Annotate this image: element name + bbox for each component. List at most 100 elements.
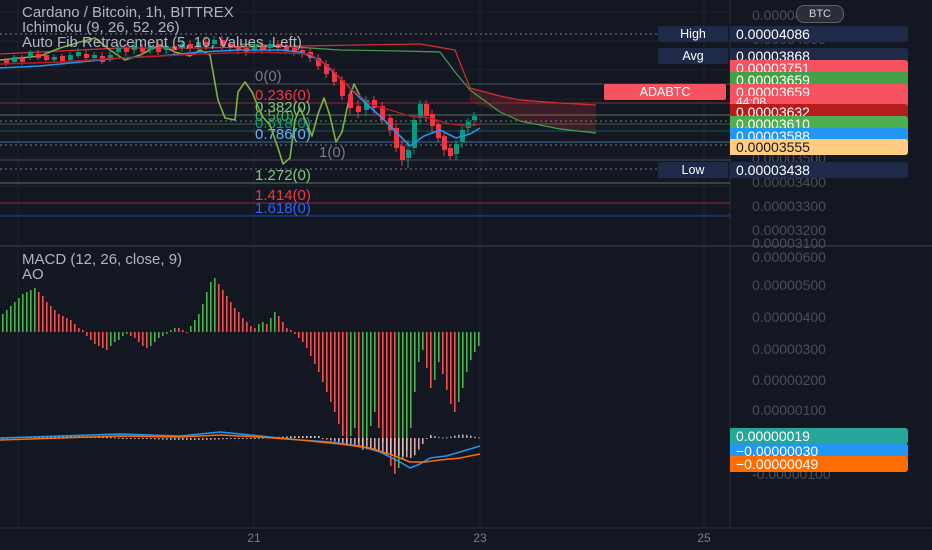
ao-bar (458, 332, 460, 402)
candle-body (12, 57, 17, 62)
macd-histogram-bar (174, 438, 176, 440)
time-tick-label: 23 (473, 531, 487, 545)
ao-bar (138, 332, 140, 342)
macd-histogram-bar (430, 435, 432, 438)
macd-histogram-bar (202, 438, 204, 440)
ao-bar (358, 332, 360, 442)
ao-bar (422, 332, 424, 350)
macd-histogram-bar (382, 438, 384, 453)
ao-bar (410, 332, 412, 428)
macd-histogram-bar (214, 438, 216, 440)
ao-bar (378, 332, 380, 428)
candle-body (372, 100, 377, 108)
macd-histogram-bar (230, 438, 232, 440)
macd-histogram-bar (114, 437, 116, 439)
ao-bar (418, 332, 420, 362)
ao-bar (170, 330, 172, 332)
ao-legend[interactable]: AO (22, 266, 44, 284)
ao-bar (158, 332, 160, 338)
osc-tick-label: 0.00000500 (752, 277, 826, 293)
macd-histogram-bar (414, 438, 416, 456)
candle-body (424, 104, 429, 116)
ao-bar (166, 332, 168, 334)
candle-body (448, 148, 453, 156)
macd-histogram-bar (254, 437, 256, 439)
macd-histogram-bar (186, 438, 188, 440)
macd-histogram-bar (130, 438, 132, 439)
ao-bar (146, 332, 148, 348)
ao-bar (154, 332, 156, 342)
macd-histogram-bar (330, 438, 332, 441)
macd-histogram-bar (454, 435, 456, 438)
ao-bar (442, 332, 444, 374)
candle-body (356, 106, 361, 112)
macd-histogram-bar (466, 434, 468, 438)
ao-bar (234, 308, 236, 332)
macd-histogram-bar (422, 438, 424, 444)
osc-tick-label: 0.00000300 (752, 341, 826, 357)
candle-body (52, 57, 57, 60)
macd-histogram-bar (286, 436, 288, 438)
high-label-value: 0.00004086 (730, 26, 908, 42)
candle-body (406, 150, 411, 158)
macd-histogram-bar (318, 436, 320, 438)
macd-histogram-bar (386, 438, 388, 454)
candle-body (20, 58, 25, 62)
ao-bar (270, 318, 272, 332)
osc-tick-label: 0.00000600 (752, 249, 826, 265)
macd-histogram-bar (406, 438, 408, 458)
ao-bar (190, 326, 192, 332)
macd-histogram-bar (342, 438, 344, 444)
candle-body (442, 136, 447, 150)
ao-bar (142, 332, 144, 346)
ao-bar (446, 332, 448, 390)
ao-bar (186, 332, 188, 333)
ao-bar (470, 332, 472, 360)
ao-bar (266, 324, 268, 332)
ao-bar (10, 306, 12, 332)
ao-bar (346, 332, 348, 444)
ao-bar (114, 332, 116, 342)
ao-bar (102, 332, 104, 348)
ao-bar (406, 332, 408, 450)
candle-body (348, 94, 353, 108)
macd-histogram-bar (206, 438, 208, 440)
ao-bar (342, 332, 344, 436)
macd-histogram-bar (194, 438, 196, 440)
macd-histogram-bar (158, 438, 160, 440)
macd-histogram-bar (162, 438, 164, 440)
ao-bar (290, 330, 292, 332)
macd-histogram-bar (134, 438, 136, 439)
macd-histogram-bar (290, 436, 292, 438)
macd-histogram-bar (470, 435, 472, 438)
macd-legend[interactable]: MACD (12, 26, close, 9) (22, 251, 182, 269)
macd-histogram-bar (182, 438, 184, 440)
macd-histogram-bar (246, 438, 248, 439)
currency-button[interactable]: BTC (796, 5, 844, 23)
ao-bar (198, 314, 200, 332)
fib-level-label: 1.618(0) (255, 200, 311, 217)
candle-body (84, 54, 89, 58)
ao-bar (26, 292, 28, 332)
macd-histogram-bar (474, 436, 476, 438)
ao-bar (298, 332, 300, 338)
time-tick-label: 25 (697, 531, 711, 545)
macd-histogram-bar (294, 436, 296, 438)
ao-bar (454, 332, 456, 412)
ao-bar (226, 296, 228, 332)
ao-bar (54, 310, 56, 332)
ao-bar (126, 332, 128, 334)
ao-bar (182, 330, 184, 332)
macd-histogram-bar (166, 438, 168, 440)
candle-body (454, 144, 459, 154)
macd-histogram-bar (198, 438, 200, 440)
ao-bar (34, 288, 36, 332)
fib-level-label: 1(0) (319, 144, 346, 161)
histogram-value-tag: 0.00000019 (730, 428, 908, 444)
candle-body (418, 104, 423, 118)
auto-fib-legend[interactable]: Auto Fib Retracement (5, 10, Values, Lef… (22, 34, 302, 52)
high-label: High (658, 26, 728, 42)
macd-histogram-bar (110, 437, 112, 439)
macd-histogram-bar (178, 438, 180, 440)
ao-bar (90, 332, 92, 340)
